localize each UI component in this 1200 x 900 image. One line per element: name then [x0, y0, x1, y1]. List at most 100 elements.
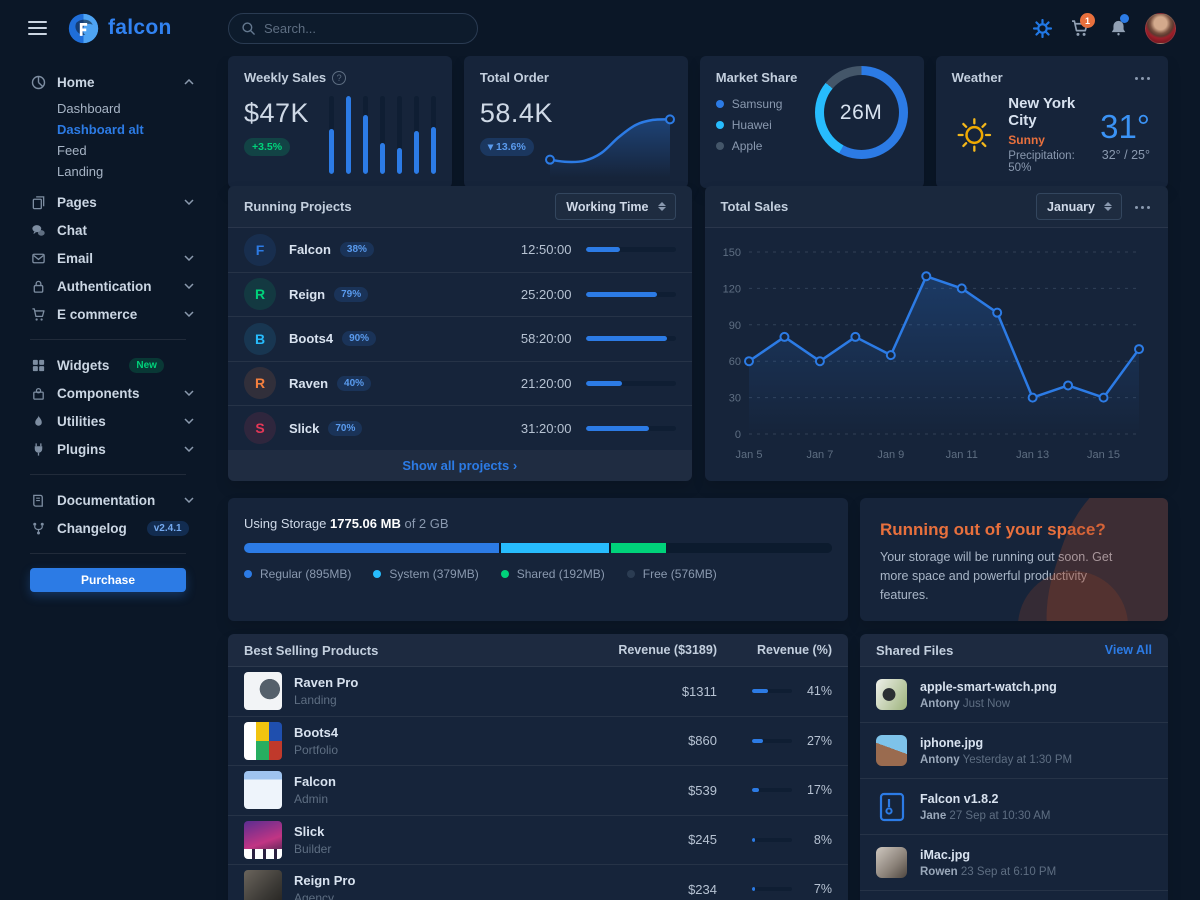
chevron-down-icon	[184, 446, 194, 452]
chat-icon	[30, 223, 46, 238]
total-order-badge: ▾ 13.6%	[480, 138, 534, 156]
product-revenue: $539	[587, 783, 717, 798]
product-progress-bar	[752, 739, 792, 743]
sidebar-item-dashboard[interactable]: Dashboard	[0, 98, 216, 119]
weekly-sales-card: Weekly Sales ? $47K +3.5%	[228, 56, 452, 188]
sidebar-item-feed[interactable]: Feed	[0, 140, 216, 161]
legend-label-free: Free (576MB)	[643, 567, 717, 581]
weekly-sales-title: Weekly Sales	[244, 70, 326, 85]
product-row: Reign Pro Agency $234 7%	[228, 865, 848, 900]
sidebar-item-authentication[interactable]: Authentication	[0, 272, 216, 300]
product-thumbnail	[244, 870, 282, 900]
column-header-revenue: Revenue ($3189)	[587, 643, 717, 657]
cart-icon[interactable]: 1	[1069, 17, 1091, 39]
sidebar-item-dashboard-alt[interactable]: Dashboard alt	[0, 119, 216, 140]
chart-pie-icon	[30, 75, 46, 90]
sidebar-item-utilities[interactable]: Utilities	[0, 407, 216, 435]
search-input[interactable]	[264, 21, 465, 36]
file-name[interactable]: Falcon v1.8.2	[920, 792, 1050, 806]
product-row: Falcon Admin $539 17%	[228, 766, 848, 816]
notifications-bell-icon[interactable]	[1107, 17, 1129, 39]
chevron-down-icon	[184, 283, 194, 289]
project-avatar: R	[244, 367, 276, 399]
svg-text:60: 60	[728, 356, 740, 368]
project-name[interactable]: Boots4	[289, 331, 333, 346]
purchase-button[interactable]: Purchase	[30, 568, 186, 592]
user-avatar[interactable]	[1145, 13, 1176, 44]
storage-legend: Regular (895MB) System (379MB) Shared (1…	[244, 567, 832, 581]
settings-gear-icon[interactable]	[1031, 17, 1053, 39]
project-row: S Slick 70% 31:20:00	[228, 406, 692, 451]
project-name[interactable]: Falcon	[289, 242, 331, 257]
sidebar-divider	[30, 553, 186, 554]
upgrade-storage-link[interactable]: Upgrade storage ›	[880, 620, 991, 621]
legend-dot	[716, 100, 724, 108]
product-progress-bar	[752, 689, 792, 693]
svg-text:Jan 5: Jan 5	[735, 449, 762, 461]
legend-label-apple: Apple	[732, 139, 763, 153]
project-row: F Falcon 38% 12:50:00	[228, 228, 692, 273]
total-sales-chart: 0306090120150Jan 5Jan 7Jan 9Jan 11Jan 13…	[705, 228, 1169, 475]
falcon-dashboard: falcon 1	[0, 0, 1200, 900]
product-progress-bar	[752, 788, 792, 792]
product-percent: 7%	[802, 882, 832, 896]
file-time: Just Now	[963, 698, 1010, 710]
svg-text:120: 120	[722, 283, 740, 295]
sidebar-item-plugins[interactable]: Plugins	[0, 435, 216, 463]
ellipsis-menu-icon[interactable]	[1134, 71, 1152, 85]
view-all-link[interactable]: View All	[1105, 643, 1152, 657]
info-icon[interactable]: ?	[332, 71, 346, 85]
product-thumbnail	[244, 722, 282, 760]
file-name[interactable]: iphone.jpg	[920, 736, 1072, 750]
sidebar-item-ecommerce[interactable]: E commerce	[0, 300, 216, 328]
best-selling-card: Best Selling Products Revenue ($3189) Re…	[228, 634, 848, 900]
falcon-logo[interactable]: falcon	[67, 12, 172, 45]
legend-label-system: System (379MB)	[389, 567, 478, 581]
sidebar-item-documentation[interactable]: Documentation	[0, 486, 216, 514]
chevron-up-icon	[184, 79, 194, 85]
file-user: Antony	[920, 754, 960, 766]
sidebar-item-home[interactable]: Home	[0, 68, 216, 96]
sidebar-item-components[interactable]: Components	[0, 379, 216, 407]
sun-icon	[954, 109, 995, 161]
sidebar-item-chat[interactable]: Chat	[0, 216, 216, 244]
brand-name: falcon	[108, 16, 172, 40]
search-bar[interactable]	[228, 13, 478, 44]
column-header-percent: Revenue (%)	[717, 643, 832, 657]
project-time: 58:20:00	[521, 331, 572, 346]
product-name[interactable]: Boots4	[294, 725, 338, 740]
month-select[interactable]: January	[1036, 193, 1122, 220]
project-name[interactable]: Reign	[289, 287, 325, 302]
file-name[interactable]: apple-smart-watch.png	[920, 680, 1057, 694]
hamburger-menu-icon[interactable]	[28, 17, 47, 39]
sidebar-item-email[interactable]: Email	[0, 244, 216, 272]
project-name[interactable]: Slick	[289, 421, 319, 436]
project-row: B Boots4 90% 58:20:00	[228, 317, 692, 362]
ellipsis-menu-icon[interactable]	[1134, 200, 1152, 214]
working-time-select[interactable]: Working Time	[555, 193, 675, 220]
svg-text:90: 90	[728, 320, 740, 332]
project-name[interactable]: Raven	[289, 376, 328, 391]
file-name[interactable]: iMac.jpg	[920, 848, 1056, 862]
chevron-down-icon	[184, 311, 194, 317]
storage-used-value: 1775.06 MB	[330, 516, 401, 531]
product-name[interactable]: Reign Pro	[294, 873, 355, 888]
market-share-title: Market Share	[716, 70, 798, 85]
running-projects-title: Running Projects	[244, 199, 352, 214]
running-projects-card: Running Projects Working Time F Falcon 3…	[228, 186, 692, 481]
sidebar-item-widgets[interactable]: Widgets New	[0, 351, 216, 379]
book-icon	[30, 493, 46, 508]
sidebar-item-landing[interactable]: Landing	[0, 161, 216, 182]
product-row: Raven Pro Landing $1311 41%	[228, 667, 848, 717]
show-all-projects-link[interactable]: Show all projects ›	[228, 450, 692, 481]
project-progress-bar	[586, 426, 676, 431]
storage-usage-bar	[244, 543, 832, 553]
sidebar-item-changelog[interactable]: Changelog v2.4.1	[0, 514, 216, 542]
home-submenu: Dashboard Dashboard alt Feed Landing	[0, 96, 216, 188]
sidebar-item-pages[interactable]: Pages	[0, 188, 216, 216]
product-name[interactable]: Raven Pro	[294, 675, 358, 690]
project-avatar: F	[244, 234, 276, 266]
product-name[interactable]: Slick	[294, 824, 331, 839]
product-name[interactable]: Falcon	[294, 774, 336, 789]
product-category: Builder	[294, 842, 331, 856]
